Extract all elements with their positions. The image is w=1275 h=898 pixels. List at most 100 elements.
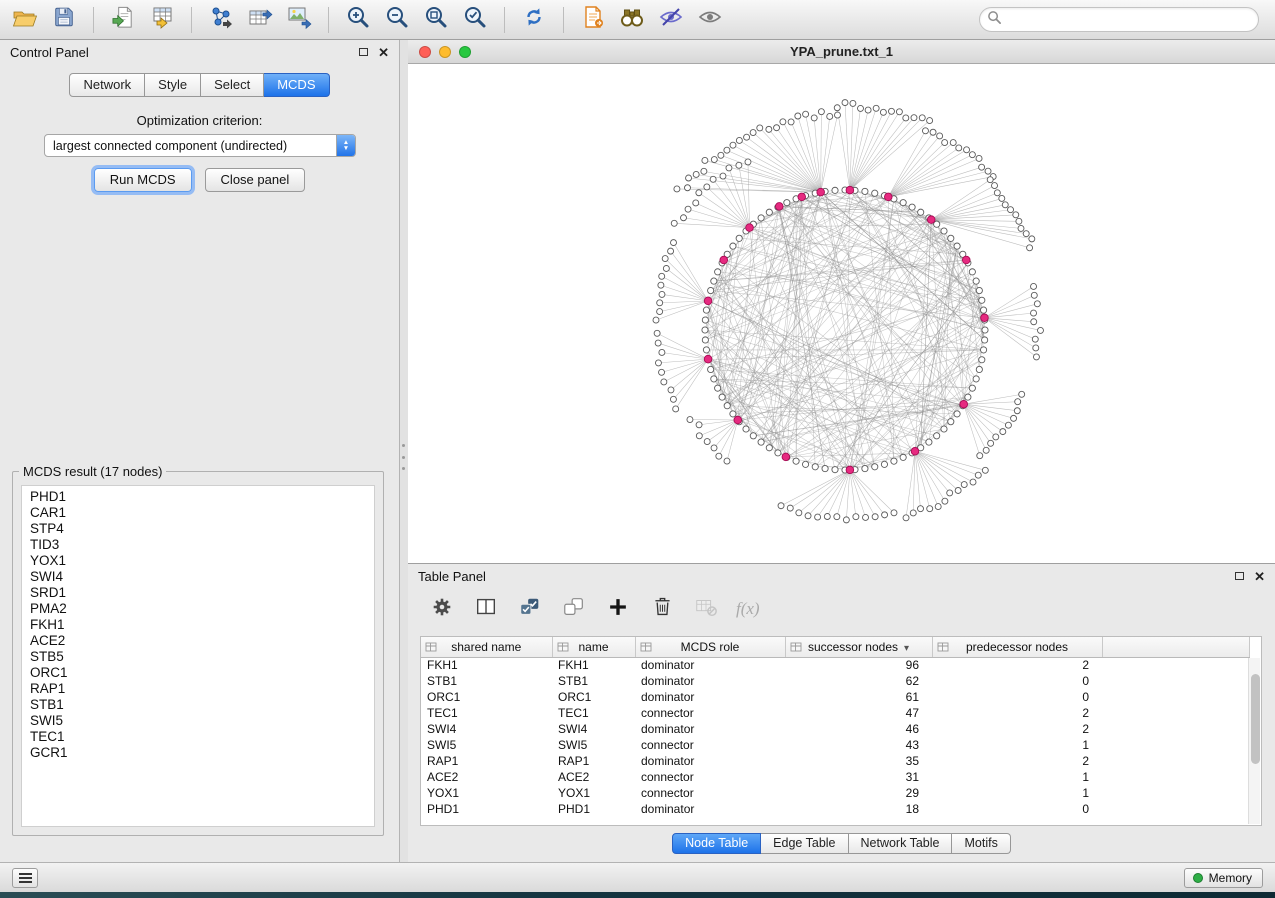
add-column-button[interactable] — [604, 595, 632, 623]
table-row[interactable]: TEC1TEC1connector472 — [421, 705, 1249, 721]
tab-motifs[interactable]: Motifs — [952, 833, 1010, 854]
tab-network[interactable]: Network — [69, 73, 145, 97]
save-session-button[interactable] — [49, 5, 79, 35]
network-titlebar[interactable]: YPA_prune.txt_1 — [408, 40, 1275, 64]
export-image-button[interactable] — [284, 5, 314, 35]
float-panel-icon[interactable] — [1235, 572, 1244, 580]
column-header-successor-nodes[interactable]: successor nodes▾ — [785, 637, 932, 657]
hide-details-button[interactable] — [656, 5, 686, 35]
find-network-button[interactable] — [617, 5, 647, 35]
memory-status-icon — [1193, 873, 1203, 883]
table-scrollbar[interactable] — [1248, 658, 1260, 824]
close-window-icon[interactable] — [419, 46, 431, 58]
result-item[interactable]: RAP1 — [22, 681, 374, 697]
table-row[interactable]: ORC1ORC1dominator610 — [421, 689, 1249, 705]
column-header-mcds-role[interactable]: MCDS role — [635, 637, 785, 657]
tab-edge-table[interactable]: Edge Table — [761, 833, 848, 854]
result-item[interactable]: YOX1 — [22, 553, 374, 569]
columns-icon — [474, 595, 498, 624]
column-header-shared-name[interactable]: shared name — [421, 637, 552, 657]
show-details-button[interactable] — [695, 5, 725, 35]
import-file-button[interactable] — [108, 5, 138, 35]
control-panel-header: Control Panel ✕ — [0, 40, 399, 64]
tab-style[interactable]: Style — [145, 73, 201, 97]
panel-splitter[interactable] — [400, 40, 408, 862]
zoom-fit-button[interactable] — [421, 5, 451, 35]
delete-column-button[interactable] — [648, 595, 676, 623]
refresh-icon — [521, 4, 547, 35]
task-history-button[interactable] — [12, 868, 38, 888]
table-header-row: shared name name MCDS role — [421, 637, 1249, 657]
table-row[interactable]: YOX1YOX1connector291 — [421, 785, 1249, 801]
dropdown-stepper-icon: ▲ ▼ — [336, 135, 355, 156]
result-item[interactable]: CAR1 — [22, 505, 374, 521]
table-row[interactable]: ACE2ACE2connector311 — [421, 769, 1249, 785]
column-header-filler — [1102, 637, 1249, 657]
zoom-in-icon — [345, 4, 371, 35]
table-settings-button[interactable] — [428, 595, 456, 623]
trash-icon — [651, 595, 674, 623]
zoom-in-button[interactable] — [343, 5, 373, 35]
mcds-result-group: MCDS result (17 nodes) PHD1CAR1STP4TID3Y… — [12, 464, 384, 836]
table-row[interactable]: SWI4SWI4dominator462 — [421, 721, 1249, 737]
refresh-button[interactable] — [519, 5, 549, 35]
result-item[interactable]: FKH1 — [22, 617, 374, 633]
network-graph[interactable] — [408, 64, 1275, 563]
search-input[interactable] — [1002, 12, 1258, 27]
float-panel-icon[interactable] — [359, 48, 368, 56]
desktop-background — [0, 892, 1275, 898]
result-item[interactable]: PHD1 — [22, 489, 374, 505]
result-item[interactable]: ACE2 — [22, 633, 374, 649]
table-panel-header: Table Panel ✕ — [408, 564, 1275, 588]
minimize-window-icon[interactable] — [439, 46, 451, 58]
result-item[interactable]: SWI5 — [22, 713, 374, 729]
deselect-all-button[interactable] — [560, 595, 588, 623]
result-item[interactable]: TEC1 — [22, 729, 374, 745]
mcds-buttons: Run MCDS Close panel — [0, 168, 399, 192]
toolbar-separator — [328, 7, 329, 33]
result-item[interactable]: STP4 — [22, 521, 374, 537]
column-header-predecessor-nodes[interactable]: predecessor nodes — [932, 637, 1102, 657]
tab-node-table[interactable]: Node Table — [672, 833, 761, 854]
close-panel-icon[interactable]: ✕ — [378, 46, 389, 59]
table-row[interactable]: FKH1FKH1dominator962 — [421, 657, 1249, 673]
toolbar-separator — [93, 7, 94, 33]
copy-network-button[interactable] — [578, 5, 608, 35]
result-item[interactable]: TID3 — [22, 537, 374, 553]
show-columns-button[interactable] — [472, 595, 500, 623]
table-row[interactable]: STB1STB1dominator620 — [421, 673, 1249, 689]
table-row[interactable]: PHD1PHD1dominator180 — [421, 801, 1249, 817]
tab-mcds[interactable]: MCDS — [264, 73, 329, 97]
zoom-out-button[interactable] — [382, 5, 412, 35]
memory-button[interactable]: Memory — [1184, 868, 1263, 888]
scrollbar-thumb[interactable] — [1251, 674, 1260, 764]
zoom-selected-button[interactable] — [460, 5, 490, 35]
open-file-button[interactable] — [10, 5, 40, 35]
column-header-name[interactable]: name — [552, 637, 635, 657]
result-item[interactable]: GCR1 — [22, 745, 374, 761]
result-item[interactable]: PMA2 — [22, 601, 374, 617]
toolbar-separator — [504, 7, 505, 33]
optimization-criterion-select[interactable]: largest connected component (undirected)… — [44, 134, 356, 157]
maximize-window-icon[interactable] — [459, 46, 471, 58]
select-all-button[interactable] — [516, 595, 544, 623]
table-row[interactable]: SWI5SWI5connector431 — [421, 737, 1249, 753]
result-item[interactable]: STB1 — [22, 697, 374, 713]
network-canvas[interactable] — [408, 64, 1275, 563]
import-table-button[interactable] — [147, 5, 177, 35]
close-panel-icon[interactable]: ✕ — [1254, 570, 1265, 583]
result-item[interactable]: SWI4 — [22, 569, 374, 585]
result-item[interactable]: STB5 — [22, 649, 374, 665]
import-network-button[interactable] — [206, 5, 236, 35]
result-item[interactable]: SRD1 — [22, 585, 374, 601]
run-mcds-button[interactable]: Run MCDS — [94, 168, 192, 192]
result-item[interactable]: ORC1 — [22, 665, 374, 681]
export-table-button[interactable] — [245, 5, 275, 35]
sort-icon — [425, 641, 437, 656]
node-table-body: FKH1FKH1dominator962STB1STB1dominator620… — [421, 657, 1249, 817]
memory-label: Memory — [1209, 871, 1252, 885]
tab-network-table[interactable]: Network Table — [849, 833, 953, 854]
table-row[interactable]: RAP1RAP1dominator352 — [421, 753, 1249, 769]
close-panel-button[interactable]: Close panel — [205, 168, 306, 192]
tab-select[interactable]: Select — [201, 73, 264, 97]
